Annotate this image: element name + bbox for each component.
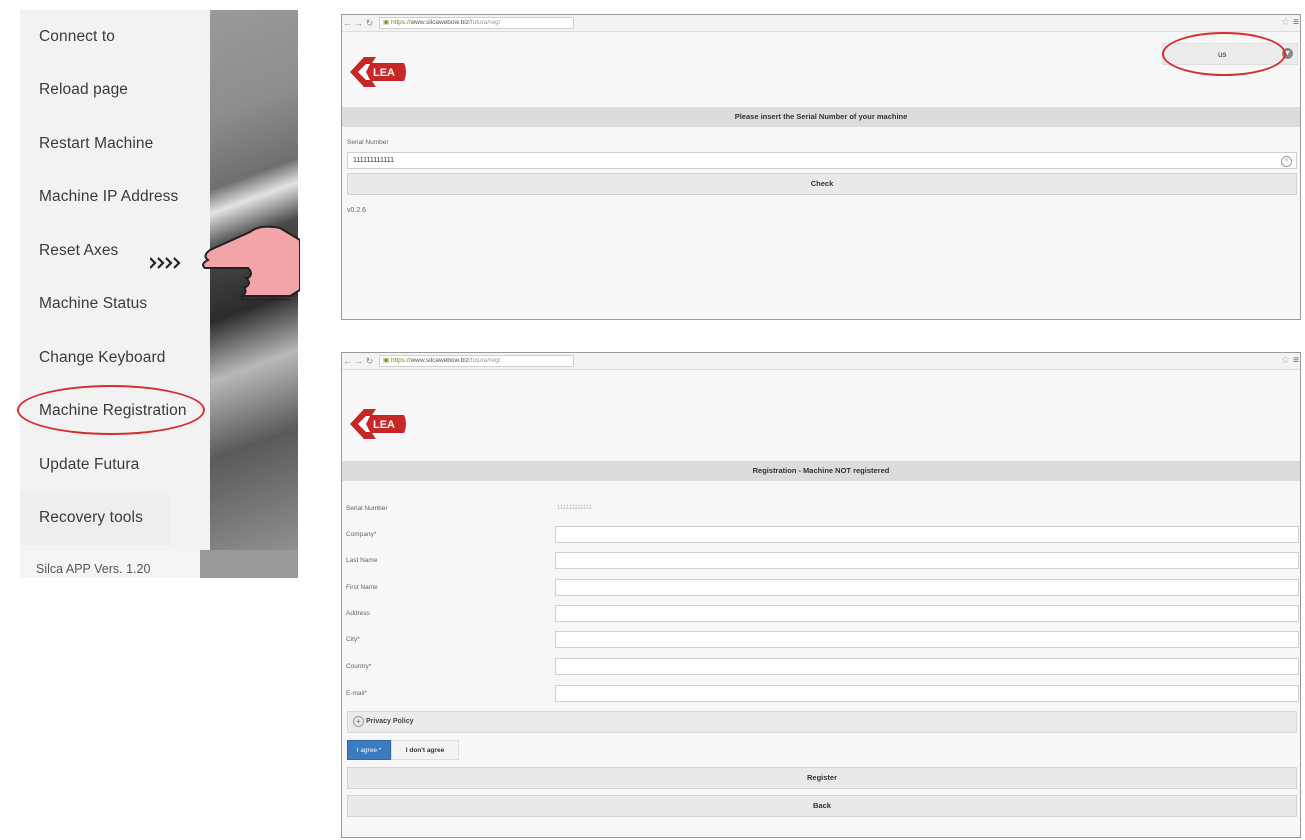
browser-menu-icon[interactable]: ≡	[1293, 17, 1299, 28]
browser-window-serial-check: ← → ↻ ▣ https://www.silcawebow.biz/futur…	[341, 14, 1301, 320]
back-button[interactable]: Back	[347, 795, 1297, 817]
agree-button[interactable]: I agree *	[347, 740, 391, 760]
company-field[interactable]	[555, 526, 1299, 543]
menu-item-reload-page[interactable]: Reload page	[20, 64, 210, 118]
section-title-registration: Registration - Machine NOT registered	[342, 461, 1300, 481]
address-bar[interactable]: ▣ https://www.silcawebow.biz/futura/reg/	[379, 355, 574, 367]
back-arrow-icon[interactable]: ←	[342, 356, 353, 366]
city-label: City*	[346, 636, 360, 643]
url-path: /futura/reg/	[469, 357, 501, 364]
bookmark-star-icon[interactable]: ☆	[1281, 17, 1290, 28]
address-bar[interactable]: ▣ https://www.silcawebow.biz/futura/reg/	[379, 17, 574, 29]
bookmark-star-icon[interactable]: ☆	[1281, 355, 1290, 366]
url-path: /futura/reg/	[469, 19, 501, 26]
silca-logo: LEA	[350, 57, 406, 87]
city-field[interactable]	[555, 631, 1299, 648]
register-button[interactable]: Register	[347, 767, 1297, 789]
pointing-hand-icon	[150, 225, 300, 300]
silca-logo: LEA	[350, 409, 406, 439]
address-field[interactable]	[555, 605, 1299, 622]
menu-item-update-futura[interactable]: Update Futura	[20, 438, 210, 492]
highlight-circle-language	[1162, 32, 1286, 76]
browser-toolbar: ← → ↻ ▣ https://www.silcawebow.biz/futur…	[342, 353, 1300, 370]
plus-circle-icon: +	[353, 716, 364, 727]
menu-item-connect-to[interactable]: Connect to	[20, 10, 210, 64]
last-name-label: Last Name	[346, 557, 378, 564]
email-label: E-mail*	[346, 690, 367, 697]
menu-item-recovery-tools[interactable]: Recovery tools	[20, 491, 170, 545]
section-title-serial: Please insert the Serial Number of your …	[342, 107, 1300, 127]
menu-item-machine-ip-address[interactable]: Machine IP Address	[20, 171, 210, 225]
serial-number-label: Serial Number	[347, 139, 389, 146]
reload-icon[interactable]: ↻	[364, 356, 375, 367]
reload-icon[interactable]: ↻	[364, 18, 375, 29]
url-scheme: https://	[390, 19, 411, 26]
country-label: Country*	[346, 663, 372, 670]
country-field[interactable]	[555, 658, 1299, 675]
disagree-button[interactable]: I don't agree	[391, 740, 459, 760]
clear-input-icon[interactable]: ×	[1281, 156, 1292, 167]
menu-item-change-keyboard[interactable]: Change Keyboard	[20, 331, 210, 385]
email-field[interactable]	[555, 685, 1299, 702]
url-host: www.silcawebow.biz	[410, 357, 469, 364]
serial-number-input[interactable]: 111111111111	[347, 152, 1297, 169]
check-button[interactable]: Check	[347, 173, 1297, 195]
menu-item-restart-machine[interactable]: Restart Machine	[20, 117, 210, 171]
company-label: Company*	[346, 531, 377, 538]
web-version-label: v0.2.6	[347, 207, 367, 214]
browser-toolbar: ← → ↻ ▣ https://www.silcawebow.biz/futur…	[342, 15, 1300, 32]
lock-icon: ▣	[383, 357, 391, 364]
address-label: Address	[346, 610, 370, 617]
svg-text:LEA: LEA	[373, 419, 395, 431]
lock-icon: ▣	[383, 19, 391, 26]
browser-window-registration: ← → ↻ ▣ https://www.silcawebow.biz/futur…	[341, 352, 1301, 838]
privacy-policy-toggle[interactable]: + Privacy Policy	[347, 711, 1297, 733]
first-name-label: First Name	[346, 584, 378, 591]
serial-number-field: 111111111111	[555, 500, 1299, 517]
highlight-circle-machine-registration	[17, 385, 205, 435]
forward-arrow-icon[interactable]: →	[353, 18, 364, 28]
browser-menu-icon[interactable]: ≡	[1293, 355, 1299, 366]
url-host: www.silcawebow.biz	[410, 19, 469, 26]
first-name-field[interactable]	[555, 579, 1299, 596]
svg-text:LEA: LEA	[373, 67, 395, 79]
last-name-field[interactable]	[555, 552, 1299, 569]
privacy-policy-label: Privacy Policy	[366, 718, 414, 725]
app-version-label: Silca APP Vers. 1.20	[20, 550, 200, 578]
url-scheme: https://	[390, 357, 411, 364]
serial-number-label: Serial Number	[346, 505, 388, 512]
forward-arrow-icon[interactable]: →	[353, 356, 364, 366]
back-arrow-icon[interactable]: ←	[342, 18, 353, 28]
